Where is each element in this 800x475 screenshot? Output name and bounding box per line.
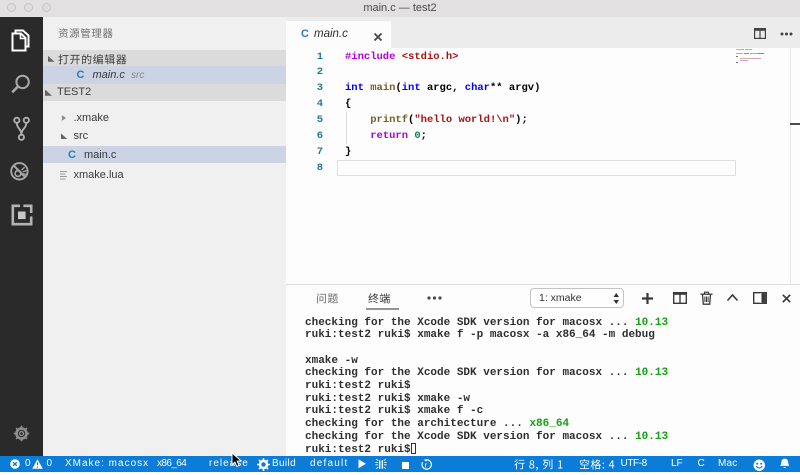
svg-text:r: r [424,460,427,469]
